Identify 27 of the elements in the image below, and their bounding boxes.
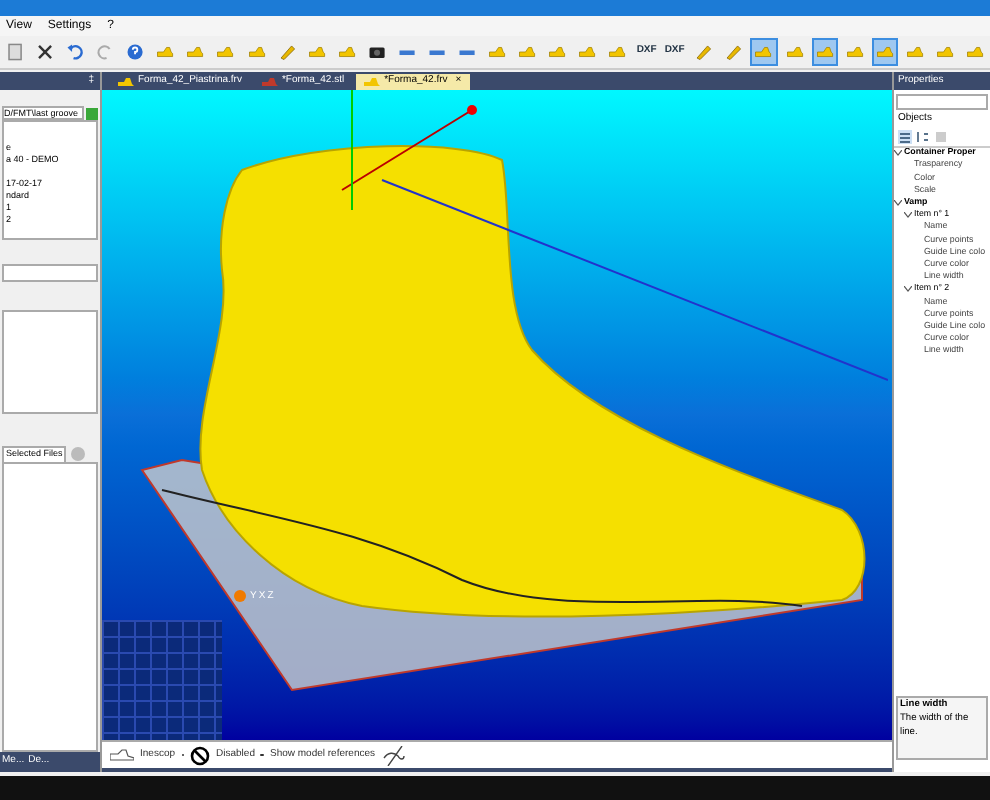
list-box: [2, 310, 98, 414]
undo-icon: [66, 40, 85, 64]
shoe-icon: [364, 77, 381, 87]
refresh-icon: [70, 446, 87, 462]
origin-icon: [232, 588, 248, 604]
close-icon: [36, 40, 55, 64]
expand-toggle[interactable]: [904, 212, 914, 219]
shoe-outline-icon: [110, 748, 134, 762]
document-icon: [6, 40, 25, 64]
shoe-icon: [261, 77, 278, 87]
ground-grid: [102, 620, 222, 740]
references-icon: [381, 745, 406, 765]
help-icon: [126, 40, 145, 64]
object-dropdown[interactable]: [896, 94, 988, 110]
prohibited-icon: [190, 745, 211, 765]
pencil-icon: [277, 40, 296, 64]
categorized-icon[interactable]: [898, 129, 912, 143]
redo-icon: [96, 40, 115, 64]
pencil-icon: [724, 40, 743, 64]
go-button[interactable]: [86, 107, 98, 119]
shoe-icon: [118, 77, 134, 87]
pencil-icon: [694, 40, 713, 64]
expand-toggle[interactable]: [894, 150, 904, 157]
sort-icon[interactable]: [916, 129, 930, 143]
expand-toggle[interactable]: [894, 199, 904, 206]
expand-toggle[interactable]: [904, 286, 914, 293]
dropdown[interactable]: [2, 264, 98, 282]
